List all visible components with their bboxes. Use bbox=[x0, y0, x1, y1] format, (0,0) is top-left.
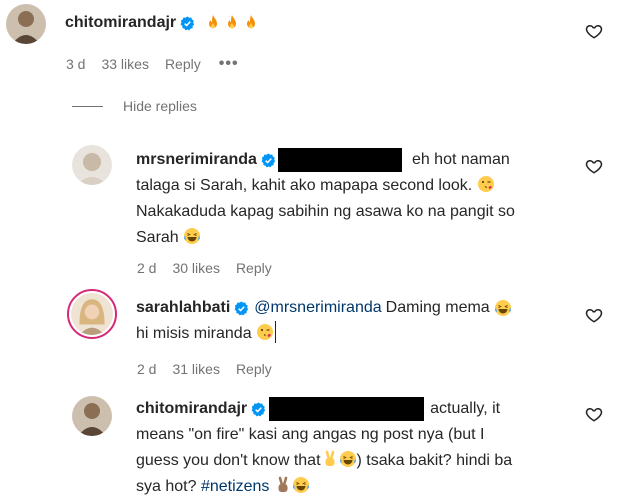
verified-badge-icon bbox=[234, 300, 249, 316]
redaction-box bbox=[277, 148, 402, 172]
heart-icon[interactable] bbox=[585, 22, 603, 40]
text-segment: guess you don't know that bbox=[136, 452, 321, 469]
text-line: hi misis miranda bbox=[136, 325, 252, 342]
likes-count[interactable]: 33 likes bbox=[101, 56, 148, 72]
text-segment: actually, it bbox=[430, 400, 501, 417]
likes-count[interactable]: 30 likes bbox=[172, 260, 219, 276]
username[interactable]: chitomirandajr bbox=[136, 396, 247, 422]
avatar[interactable] bbox=[72, 145, 112, 185]
text-segment: Daming mema bbox=[385, 299, 490, 316]
hide-replies-label[interactable]: Hide replies bbox=[123, 98, 197, 114]
text-segment: eh hot naman bbox=[411, 151, 510, 168]
fire-emoji-icon bbox=[204, 14, 222, 32]
victory-hand-emoji-icon bbox=[321, 450, 339, 468]
verified-badge-icon bbox=[180, 15, 195, 31]
reply-text: sarahlahbati @mrsnerimiranda Daming mema… bbox=[136, 295, 596, 347]
text-segment: sya hot? bbox=[136, 478, 197, 495]
fire-emojis bbox=[204, 14, 260, 32]
reply-button[interactable]: Reply bbox=[236, 361, 272, 377]
more-options-button[interactable]: ••• bbox=[219, 55, 239, 73]
laughing-emoji-icon bbox=[292, 476, 310, 494]
fire-emoji-icon bbox=[242, 14, 260, 32]
text-segment: ) tsaka bakit? hindi ba bbox=[356, 452, 513, 469]
laughing-emoji-icon bbox=[494, 299, 512, 317]
comment-meta: 2 d 31 likes Reply bbox=[137, 361, 272, 377]
divider bbox=[72, 105, 103, 107]
comment-meta: 3 d 33 likes Reply ••• bbox=[66, 55, 239, 73]
text-cursor bbox=[275, 321, 277, 343]
text-line: talaga si Sarah, kahit ako mapapa second… bbox=[136, 177, 473, 194]
hide-replies-button[interactable]: Hide replies bbox=[72, 98, 197, 114]
mention-link[interactable]: @mrsnerimiranda bbox=[254, 295, 381, 321]
text-line: Nakakaduda kapag sabihin ng asawa ko na … bbox=[136, 203, 515, 220]
verified-badge-icon bbox=[251, 401, 266, 417]
fire-emoji-icon bbox=[223, 14, 241, 32]
winking-kiss-emoji-icon bbox=[477, 175, 495, 193]
heart-icon[interactable] bbox=[585, 157, 603, 175]
username[interactable]: sarahlahbati bbox=[136, 295, 230, 321]
timestamp: 2 d bbox=[137, 260, 157, 276]
reply-text: mrsnerimiranda eh hot naman talaga si Sa… bbox=[136, 147, 596, 251]
avatar[interactable] bbox=[6, 4, 46, 44]
username[interactable]: mrsnerimiranda bbox=[136, 147, 257, 173]
timestamp: 2 d bbox=[137, 361, 157, 377]
heart-icon[interactable] bbox=[585, 405, 603, 423]
verified-badge-icon bbox=[261, 152, 276, 168]
likes-count[interactable]: 31 likes bbox=[172, 361, 219, 377]
winking-kiss-emoji-icon bbox=[256, 323, 274, 341]
avatar[interactable] bbox=[72, 396, 112, 436]
reply-button[interactable]: Reply bbox=[236, 260, 272, 276]
avatar[interactable] bbox=[67, 289, 117, 339]
comment-meta: 2 d 30 likes Reply bbox=[137, 260, 272, 276]
victory-hand-emoji-icon bbox=[274, 476, 292, 494]
reply-text: chitomirandajr actually, it means "on fi… bbox=[136, 396, 596, 497]
text-line: Sarah bbox=[136, 229, 179, 246]
hashtag-link[interactable]: #netizens bbox=[201, 478, 270, 495]
heart-icon[interactable] bbox=[585, 306, 603, 324]
text-line: means "on fire" kasi ang angas ng post n… bbox=[136, 426, 485, 443]
username[interactable]: chitomirandajr bbox=[65, 14, 176, 32]
timestamp: 3 d bbox=[66, 56, 86, 72]
laughing-emoji-icon bbox=[339, 450, 357, 468]
laughing-emoji-icon bbox=[183, 227, 201, 245]
redaction-box bbox=[269, 397, 425, 421]
reply-button[interactable]: Reply bbox=[165, 56, 201, 72]
